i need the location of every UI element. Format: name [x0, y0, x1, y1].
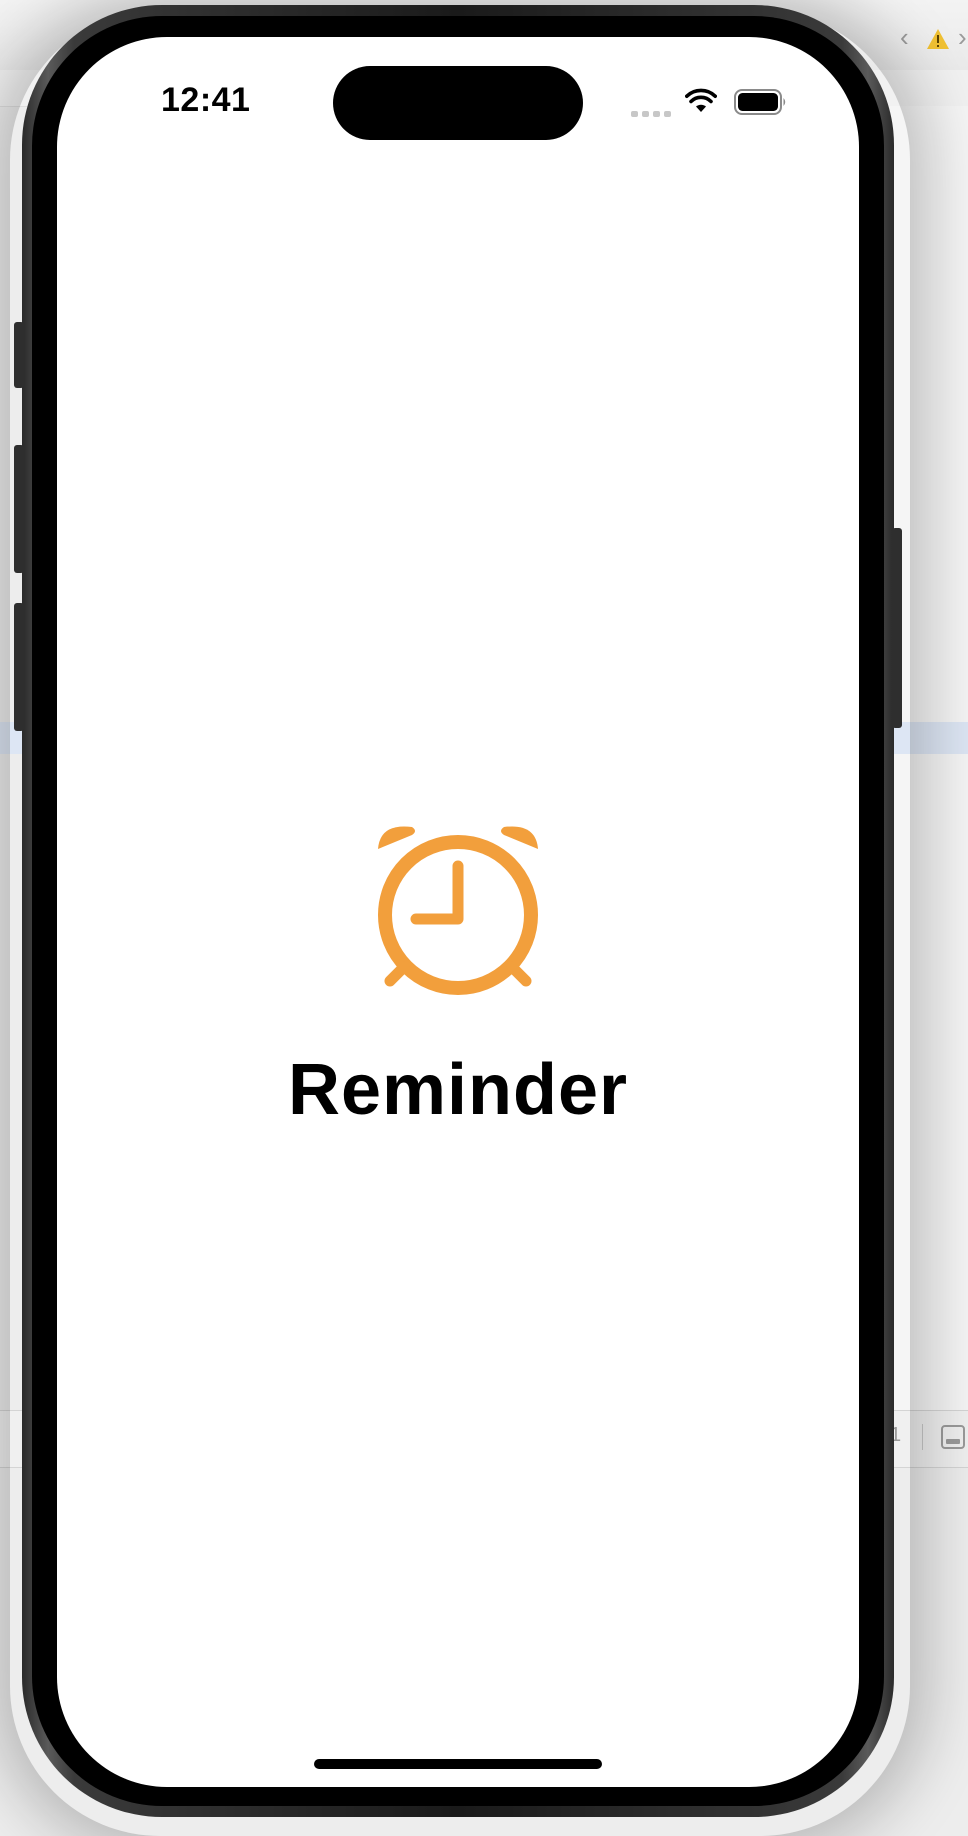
volume-down-button[interactable]	[14, 603, 24, 731]
xcode-canvas: ‹ › 1 12:41 Reminder	[0, 0, 968, 1836]
panel-toggle-icon[interactable]	[941, 1425, 965, 1449]
divider	[922, 1424, 923, 1450]
battery-full-icon	[734, 89, 786, 115]
home-indicator[interactable]	[314, 1759, 602, 1769]
wifi-icon	[685, 88, 717, 112]
back-nav-button[interactable]: ‹	[900, 22, 909, 53]
warning-icon[interactable]	[926, 28, 950, 50]
forward-nav-button[interactable]: ›	[958, 22, 967, 53]
power-button[interactable]	[892, 528, 902, 728]
status-time: 12:41	[161, 81, 251, 119]
action-button[interactable]	[14, 322, 24, 388]
app-title: Reminder	[287, 1050, 629, 1130]
signal-dots-icon	[631, 111, 671, 117]
volume-up-button[interactable]	[14, 445, 24, 573]
alarm-clock-icon	[378, 826, 538, 995]
dynamic-island	[333, 66, 583, 140]
simulator-screen[interactable]: 12:41 Reminder	[57, 37, 859, 1787]
